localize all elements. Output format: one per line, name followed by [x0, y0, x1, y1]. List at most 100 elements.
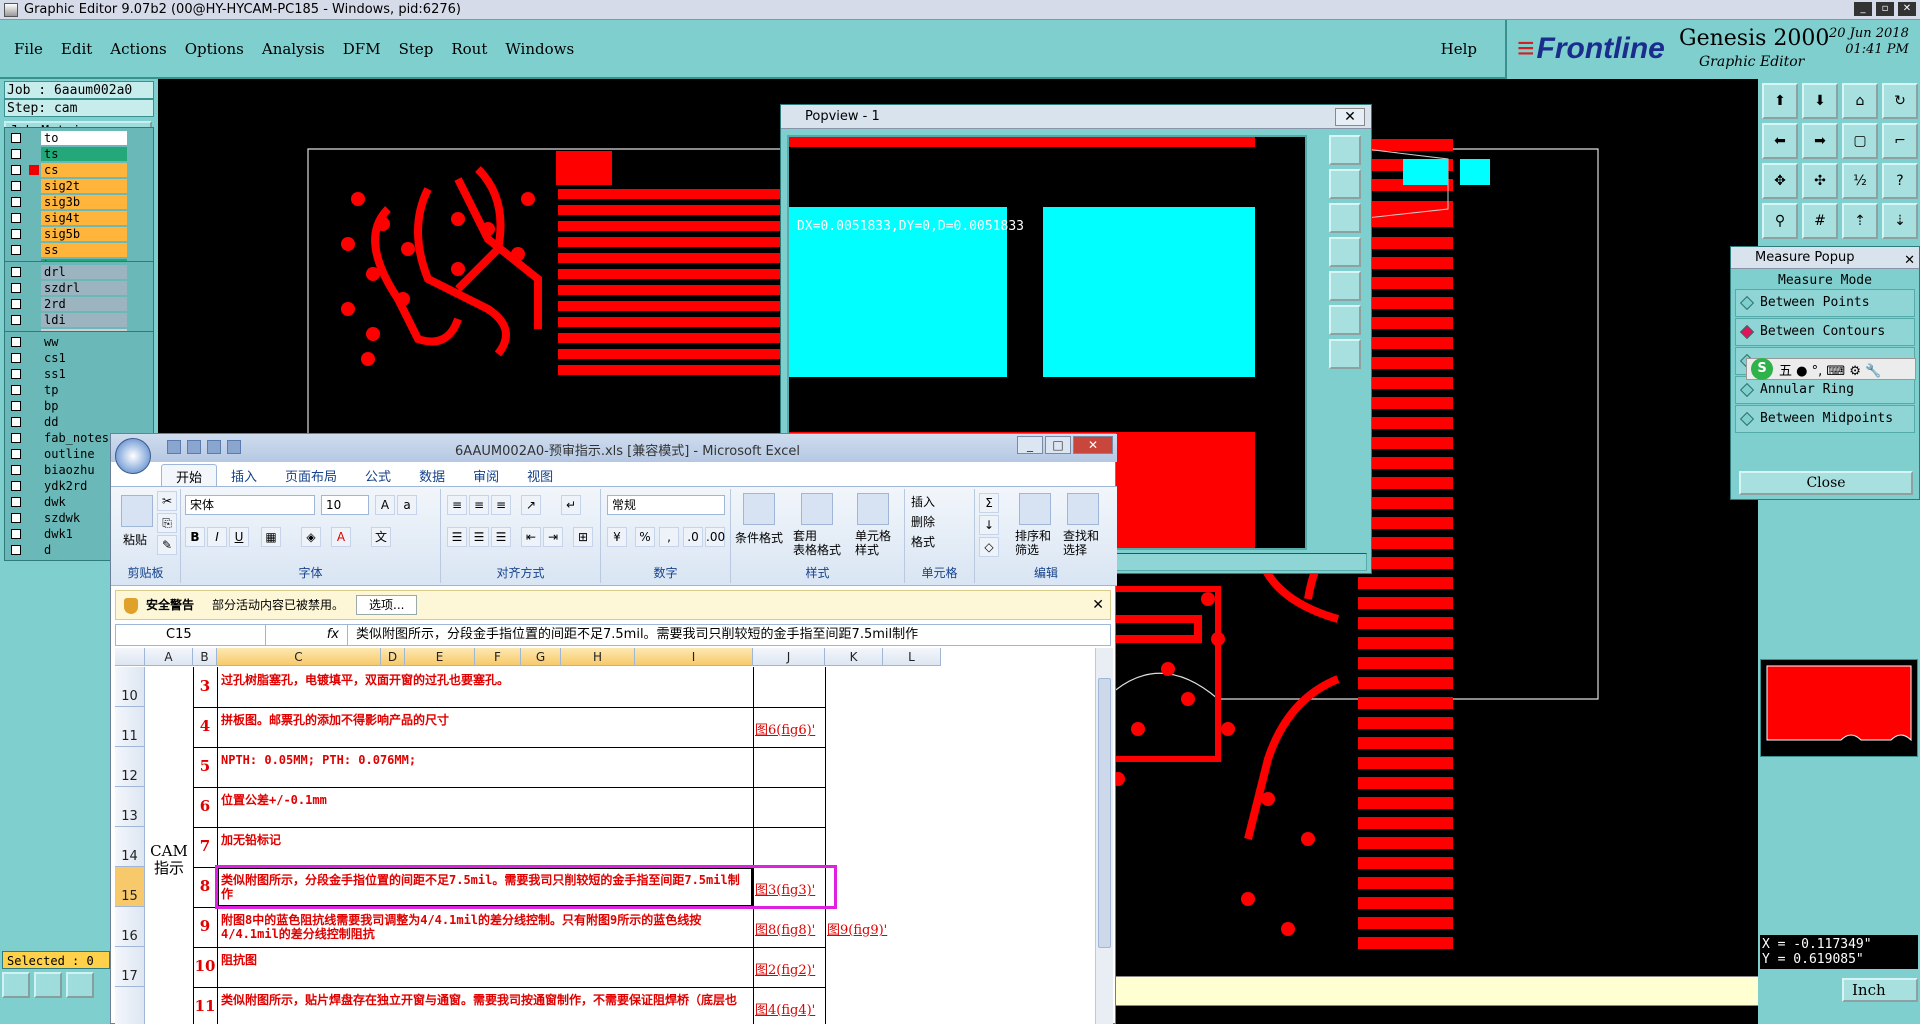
tool-select-icon[interactable]	[2, 972, 30, 998]
layer-checkbox[interactable]	[11, 433, 21, 443]
cam-section-label[interactable]: CAM 指示	[145, 843, 193, 877]
indent-increase-icon[interactable]: ⇥	[543, 527, 563, 547]
layer-row[interactable]: ss	[5, 242, 153, 258]
measure-option[interactable]: Between Points	[1735, 289, 1915, 317]
percent-icon[interactable]: %	[635, 527, 655, 547]
fill-color-icon[interactable]: ◈	[301, 527, 321, 547]
wrap-text-icon[interactable]: ↵	[561, 495, 581, 515]
layer-name[interactable]: ldi	[41, 313, 127, 327]
comma-icon[interactable]: ,	[659, 527, 679, 547]
layer-checkbox[interactable]	[11, 165, 21, 175]
popview-close-button[interactable]: ✕	[1335, 108, 1365, 126]
layer-checkbox[interactable]	[11, 337, 21, 347]
save-icon[interactable]	[167, 440, 181, 454]
align-middle-icon[interactable]: ≡	[469, 495, 489, 515]
pan-down-icon[interactable]: ⬇	[1802, 83, 1838, 119]
layer-row[interactable]: dd	[5, 414, 153, 430]
item-number[interactable]: 7	[193, 837, 217, 855]
office-button[interactable]	[115, 438, 151, 474]
table-format-icon[interactable]	[801, 493, 833, 525]
bold-button[interactable]: B	[185, 527, 205, 547]
layer-name[interactable]: bp	[41, 399, 127, 413]
grow-font-icon[interactable]: A	[375, 495, 395, 515]
row-header[interactable]: 11	[115, 707, 145, 747]
fx-icon[interactable]: fx	[268, 625, 348, 645]
menu-dfm[interactable]: DFM	[343, 40, 381, 58]
align-right-icon[interactable]: ☰	[491, 527, 511, 547]
layer-row[interactable]: ww	[5, 334, 153, 350]
layer-row[interactable]: ldi	[5, 312, 153, 328]
orientation-icon[interactable]: ↗	[521, 495, 541, 515]
font-color-icon[interactable]: A	[331, 527, 351, 547]
increase-decimal-icon[interactable]: .0	[683, 527, 703, 547]
layer-name[interactable]: cs	[41, 163, 127, 177]
popview-down-icon[interactable]	[1329, 203, 1361, 233]
layer-name[interactable]: dd	[41, 415, 127, 429]
paste-icon[interactable]	[121, 495, 153, 527]
number-format-select[interactable]: 常规	[607, 495, 725, 515]
column-header[interactable]: B	[193, 648, 217, 666]
align-bottom-icon[interactable]: ≡	[491, 495, 511, 515]
popview-fit-icon[interactable]	[1329, 135, 1361, 165]
grid-icon[interactable]: #	[1802, 203, 1838, 239]
delete-button[interactable]: 删除	[911, 513, 935, 530]
layer-row[interactable]: 2rd	[5, 296, 153, 312]
layer-name[interactable]: cs1	[41, 351, 127, 365]
excel-minimize-button[interactable]: _	[1017, 436, 1043, 454]
layer-row[interactable]: szdrl	[5, 280, 153, 296]
layer-checkbox[interactable]	[11, 449, 21, 459]
menu-step[interactable]: Step	[399, 40, 434, 58]
item-number[interactable]: 4	[193, 717, 217, 735]
ribbon-tab[interactable]: 页面布局	[271, 464, 351, 486]
layer-checkbox[interactable]	[11, 197, 21, 207]
layer-name[interactable]: drl	[41, 265, 127, 279]
item-number[interactable]: 11	[193, 997, 217, 1015]
layer-checkbox[interactable]	[11, 229, 21, 239]
redo-icon[interactable]	[207, 440, 221, 454]
popview-up-icon[interactable]	[1329, 169, 1361, 199]
layer-name[interactable]: ss1	[41, 367, 127, 381]
column-header[interactable]: D	[381, 648, 405, 666]
layer-up-icon[interactable]: ⇡	[1842, 203, 1878, 239]
layer-checkbox[interactable]	[11, 513, 21, 523]
instruction-cell[interactable]: 拼板图。邮票孔的添加不得影响产品的尺寸	[221, 713, 749, 745]
layer-row[interactable]: sig4t	[5, 210, 153, 226]
layer-row[interactable]: sig5b	[5, 226, 153, 242]
tool-grid-icon[interactable]	[66, 972, 94, 998]
align-top-icon[interactable]: ≡	[447, 495, 467, 515]
radio-diamond-icon[interactable]	[1739, 324, 1755, 340]
italic-button[interactable]: I	[207, 527, 227, 547]
layer-checkbox[interactable]	[11, 299, 21, 309]
popview-right-icon[interactable]	[1329, 271, 1361, 301]
measure-close-icon[interactable]: ✕	[1904, 250, 1915, 272]
layer-name[interactable]: 2rd	[41, 297, 127, 311]
column-header[interactable]: G	[521, 648, 561, 666]
layer-name[interactable]: tp	[41, 383, 127, 397]
layer-row[interactable]: ss1	[5, 366, 153, 382]
pan-up-icon[interactable]: ⬆	[1762, 83, 1798, 119]
layer-checkbox[interactable]	[11, 283, 21, 293]
table-format-label[interactable]: 套用 表格格式	[793, 529, 841, 557]
row-header[interactable]	[115, 987, 145, 1024]
layer-checkbox[interactable]	[11, 181, 21, 191]
layer-checkbox[interactable]	[11, 545, 21, 555]
layer-name[interactable]: ss	[41, 243, 127, 257]
undo-icon[interactable]	[187, 440, 201, 454]
menu-analysis[interactable]: Analysis	[262, 40, 325, 58]
currency-icon[interactable]: ¥	[607, 527, 627, 547]
format-painter-icon[interactable]: ✎	[157, 535, 177, 555]
layer-row[interactable]: to	[5, 130, 153, 146]
layer-checkbox[interactable]	[11, 465, 21, 475]
column-header[interactable]: C	[217, 648, 381, 666]
layer-checkbox[interactable]	[11, 529, 21, 539]
menu-edit[interactable]: Edit	[61, 40, 92, 58]
layer-row[interactable]: sig3b	[5, 194, 153, 210]
minimize-button[interactable]: _	[1854, 2, 1872, 16]
item-number[interactable]: 9	[193, 917, 217, 935]
column-header[interactable]: I	[635, 648, 753, 666]
popview-zoom-out-icon[interactable]	[1329, 339, 1361, 369]
pan-right-icon[interactable]: ➡	[1802, 123, 1838, 159]
item-number[interactable]: 8	[193, 877, 217, 895]
indent-decrease-icon[interactable]: ⇤	[521, 527, 541, 547]
instruction-cell[interactable]: 位置公差+/-0.1mm	[221, 793, 749, 825]
